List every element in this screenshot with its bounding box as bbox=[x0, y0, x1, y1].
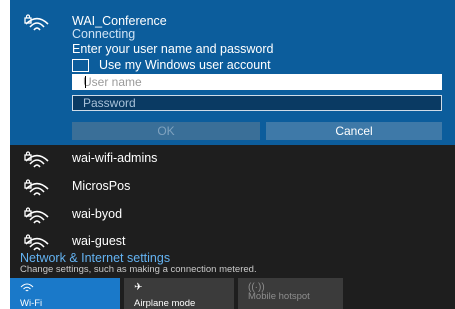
wifi-secured-icon bbox=[24, 14, 50, 37]
use-windows-account-checkbox[interactable] bbox=[72, 58, 89, 72]
mobile-hotspot-tile[interactable]: ((·)) Mobile hotspot bbox=[238, 278, 343, 309]
wifi-icon bbox=[20, 282, 34, 295]
username-input[interactable] bbox=[72, 74, 442, 90]
cancel-button[interactable]: Cancel bbox=[266, 122, 442, 140]
network-status: Connecting bbox=[72, 27, 136, 41]
use-windows-account-label: Use my Windows user account bbox=[99, 58, 271, 72]
password-input[interactable] bbox=[72, 95, 442, 111]
airplane-tile-label: Airplane mode bbox=[134, 298, 196, 309]
network-label: wai-wifi-admins bbox=[72, 151, 158, 165]
network-settings-description: Change settings, such as making a connec… bbox=[20, 264, 257, 275]
wifi-toggle-tile[interactable]: Wi-Fi bbox=[10, 278, 120, 309]
network-item-wai-wifi-admins[interactable]: wai-wifi-admins bbox=[10, 147, 455, 169]
ok-button[interactable]: OK bbox=[72, 122, 260, 140]
wifi-secured-icon bbox=[24, 151, 50, 174]
wifi-secured-icon bbox=[24, 207, 50, 230]
network-item-wai-byod[interactable]: wai-byod bbox=[10, 203, 455, 225]
network-settings-link[interactable]: Network & Internet settings bbox=[20, 251, 170, 265]
airplane-mode-tile[interactable]: ✈ Airplane mode bbox=[124, 278, 234, 309]
network-name: WAI_Conference bbox=[72, 14, 167, 28]
network-label: wai-guest bbox=[72, 234, 126, 248]
wifi-tile-label: Wi-Fi bbox=[20, 298, 43, 309]
use-windows-account-row[interactable]: Use my Windows user account bbox=[72, 58, 271, 72]
hotspot-tile-label: Mobile hotspot bbox=[248, 291, 310, 302]
credentials-prompt: Enter your user name and password bbox=[72, 42, 274, 56]
active-network-panel: WAI_Conference Connecting Enter your use… bbox=[10, 0, 455, 145]
network-item-wai-guest[interactable]: wai-guest bbox=[10, 230, 455, 252]
network-label: MicrosPos bbox=[72, 179, 131, 193]
network-flyout: WAI_Conference Connecting Enter your use… bbox=[10, 0, 455, 309]
network-item-microspos[interactable]: MicrosPos bbox=[10, 175, 455, 197]
text-caret bbox=[85, 76, 86, 88]
airplane-icon: ✈ bbox=[134, 282, 143, 293]
wifi-secured-icon bbox=[24, 179, 50, 202]
network-label: wai-byod bbox=[72, 207, 123, 221]
